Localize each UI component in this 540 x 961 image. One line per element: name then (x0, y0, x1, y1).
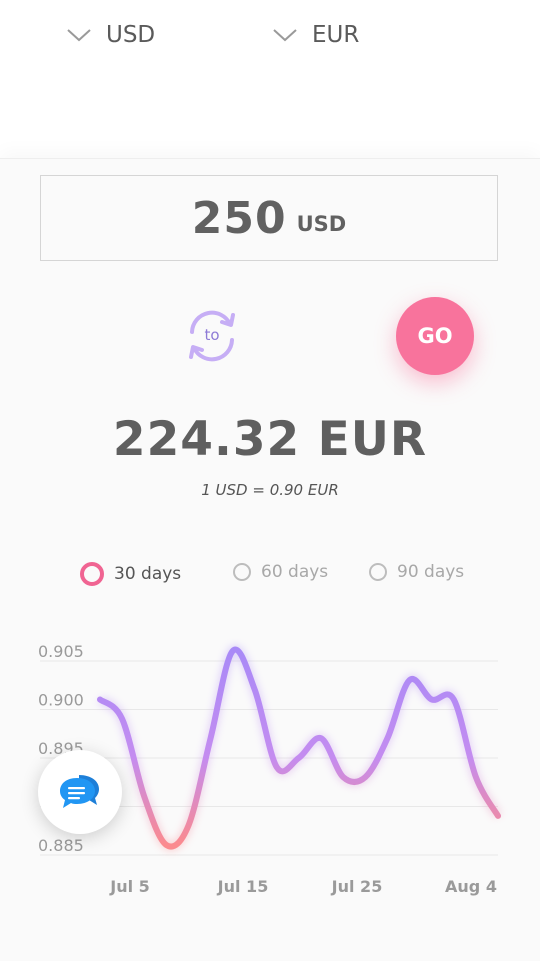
conversion-result: 224.32 EUR (112, 412, 428, 467)
y-tick-label: 0.905 (38, 642, 84, 661)
from-currency-label: USD (106, 22, 156, 48)
range-label: 90 days (397, 562, 465, 582)
x-tick-label: Jul 5 (109, 877, 150, 896)
radio-selected (80, 562, 104, 586)
to-currency-dropdown[interactable]: EUR (272, 22, 359, 48)
range-option-90-days[interactable]: 90 days (369, 562, 464, 582)
radio-unselected (233, 563, 251, 581)
range-label: 60 days (261, 562, 329, 582)
go-button[interactable]: GO (396, 297, 474, 375)
swap-currencies-button[interactable]: to (178, 302, 246, 370)
x-tick-label: Aug 4 (445, 877, 497, 896)
chat-button[interactable] (38, 750, 122, 834)
range-label: 30 days (114, 564, 182, 584)
series-line (97, 646, 501, 850)
exchange-rate: 1 USD = 0.90 EUR (201, 481, 339, 499)
y-tick-label: 0.900 (38, 691, 84, 710)
series-line-glow (97, 645, 502, 852)
to-currency-label: EUR (312, 22, 360, 48)
x-tick-label: Jul 15 (217, 877, 269, 896)
chat-bubbles-icon (60, 775, 99, 808)
amount-unit: USD (296, 212, 347, 236)
y-tick-label: 0.885 (38, 836, 84, 855)
range-option-60-days[interactable]: 60 days (233, 562, 328, 582)
from-currency-dropdown[interactable]: USD (66, 22, 155, 48)
radio-unselected (369, 563, 387, 581)
chevron-down-icon (67, 29, 91, 42)
amount-value: 250 (191, 192, 287, 244)
range-option-30-days[interactable]: 30 days (80, 562, 181, 586)
swap-label: to (204, 326, 220, 344)
amount-input[interactable]: 250 USD (40, 175, 498, 261)
chevron-down-icon (273, 29, 297, 42)
x-tick-label: Jul 25 (331, 877, 383, 896)
